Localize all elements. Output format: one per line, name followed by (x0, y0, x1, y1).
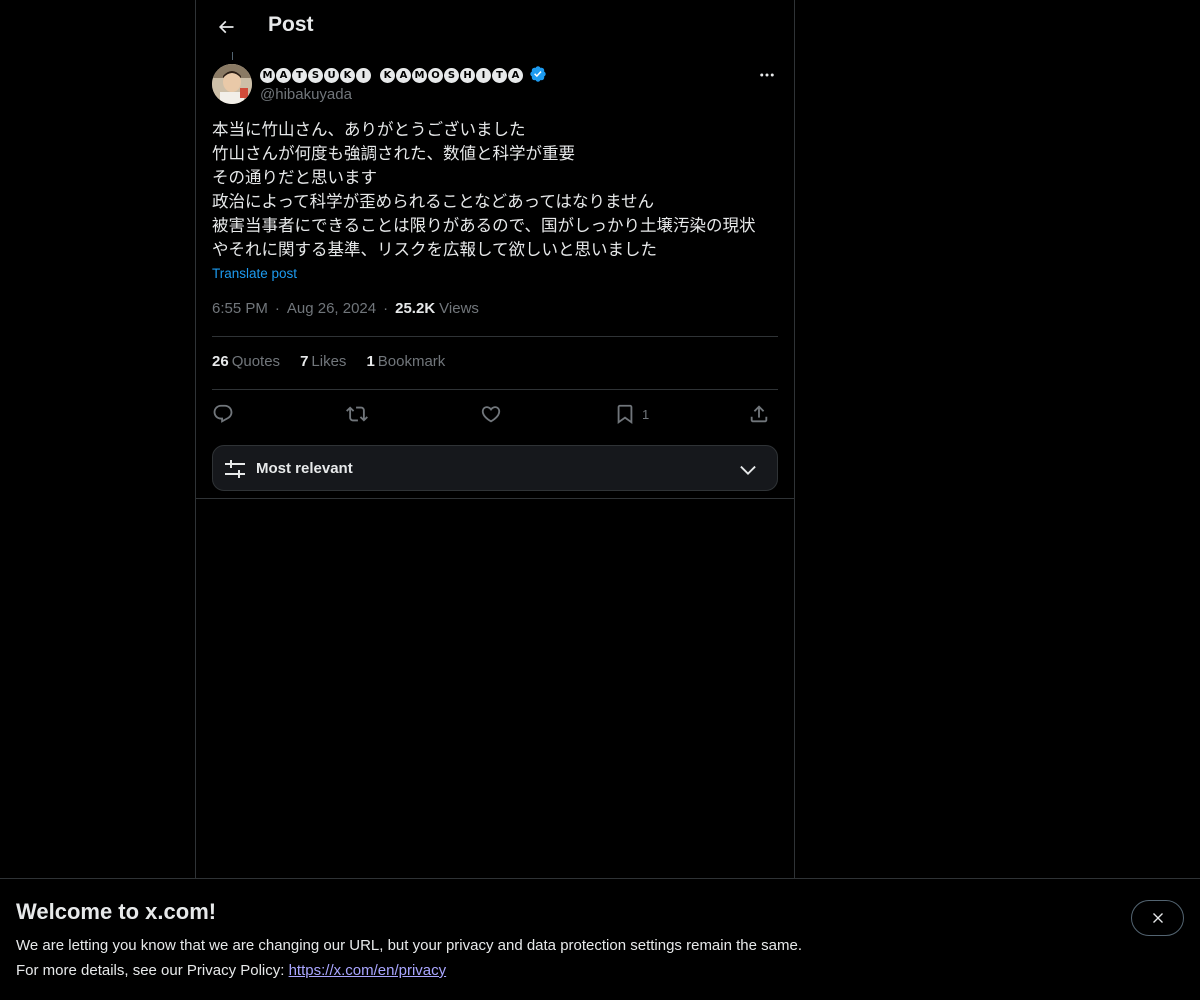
heart-icon (481, 406, 501, 423)
avatar-image (212, 64, 252, 104)
arrow-left-icon (218, 20, 234, 34)
author-name-char: K (380, 68, 395, 83)
author-name-char: H (460, 68, 475, 83)
quotes-stat[interactable]: 26 Quotes (212, 353, 280, 370)
more-button[interactable] (752, 62, 782, 88)
quotes-label: Quotes (231, 353, 281, 370)
repost-icon (346, 406, 368, 422)
author-display-name[interactable]: MATSUKIKAMOSHITA (260, 65, 547, 83)
close-icon (1152, 913, 1163, 923)
quotes-count: 26 (212, 353, 229, 370)
avatar[interactable] (212, 64, 252, 104)
author-name-char: T (492, 68, 507, 83)
post-text-line: その通りだと思います (212, 168, 377, 187)
author-name-char: M (412, 68, 427, 83)
privacy-policy-link[interactable]: https://x.com/en/privacy (289, 962, 447, 979)
bookmark-icon (617, 404, 633, 425)
repost-button[interactable] (346, 398, 368, 430)
author-name-chars: MATSUKIKAMOSHITA (260, 65, 524, 83)
divider (196, 498, 794, 499)
banner-privacy-prefix: For more details, see our Privacy Policy… (16, 962, 289, 979)
post-stats: 26 Quotes 7 Likes 1 Bookmark (212, 353, 445, 370)
post-text-line: 被害当事者にできることは限りがあるので、国がしっかり土壌汚染の現状 (212, 216, 756, 235)
separator-dot: · (383, 300, 389, 317)
verified-badge-icon[interactable] (529, 65, 547, 83)
banner-privacy-line: For more details, see our Privacy Policy… (16, 962, 446, 979)
translate-post-link[interactable]: Translate post (212, 266, 297, 281)
share-button[interactable] (748, 398, 770, 430)
bookmarks-count: 1 (366, 353, 375, 370)
post-header: Post (196, 0, 794, 54)
close-banner-button[interactable] (1131, 900, 1184, 936)
like-button[interactable] (480, 398, 502, 430)
page-title: Post (268, 13, 314, 36)
bookmarks-label: Bookmark (377, 353, 446, 370)
author-name-char: S (444, 68, 459, 83)
post-actions: 1 (212, 398, 778, 430)
thread-connector-line (232, 52, 233, 60)
chevron-down-icon (740, 465, 756, 475)
welcome-banner: Welcome to x.com! We are letting you kno… (0, 878, 1200, 1000)
post-column: Post MATSUKIKAMOSHITA @hibakuyada 本当に竹山さ… (195, 0, 795, 878)
more-horizontal-icon (760, 73, 774, 77)
author-name-char: T (292, 68, 307, 83)
likes-stat[interactable]: 7 Likes (300, 353, 346, 370)
separator-dot: · (274, 300, 280, 317)
author-name-char: A (396, 68, 411, 83)
author-name-char: I (356, 68, 371, 83)
reply-icon (213, 404, 233, 423)
post-text-line: やそれに関する基準、リスクを広報して欲しいと思いました (212, 240, 658, 259)
sliders-icon (225, 460, 245, 478)
sort-label: Most relevant (256, 460, 353, 477)
author-handle[interactable]: @hibakuyada (260, 86, 352, 103)
author-name-char: O (428, 68, 443, 83)
author-name-char: A (508, 68, 523, 83)
post-text-line: 竹山さんが何度も強調された、数値と科学が重要 (212, 144, 575, 163)
banner-message: We are letting you know that we are chan… (16, 937, 802, 954)
post-text-line: 本当に竹山さん、ありがとうございました (212, 120, 526, 139)
likes-count: 7 (300, 353, 309, 370)
back-button[interactable] (208, 9, 244, 45)
views-label: Views (439, 300, 479, 317)
sort-replies-dropdown[interactable]: Most relevant (212, 445, 778, 491)
bookmark-button[interactable]: 1 (614, 398, 649, 430)
post-time[interactable]: 6:55 PM (212, 300, 268, 317)
post-text: 本当に竹山さん、ありがとうございました 竹山さんが何度も強調された、数値と科学が… (212, 118, 782, 262)
reply-button[interactable] (212, 398, 234, 430)
author-name-char: A (276, 68, 291, 83)
divider (212, 336, 778, 337)
bookmarks-stat[interactable]: 1 Bookmark (366, 353, 445, 370)
likes-label: Likes (311, 353, 347, 370)
author-name-char: U (324, 68, 339, 83)
author-name-char: M (260, 68, 275, 83)
share-icon (750, 405, 768, 423)
author-name-char: I (476, 68, 491, 83)
divider (212, 389, 778, 390)
views-count: 25.2K (395, 300, 436, 317)
post-metadata: 6:55 PM · Aug 26, 2024 · 25.2K Views (212, 300, 479, 317)
post-text-line: 政治によって科学が歪められることなどあってはなりません (212, 192, 655, 211)
post-date[interactable]: Aug 26, 2024 (287, 300, 376, 317)
author-name-char: K (340, 68, 355, 83)
banner-title: Welcome to x.com! (16, 899, 217, 924)
bookmark-count: 1 (642, 406, 650, 422)
author-name-char: S (308, 68, 323, 83)
